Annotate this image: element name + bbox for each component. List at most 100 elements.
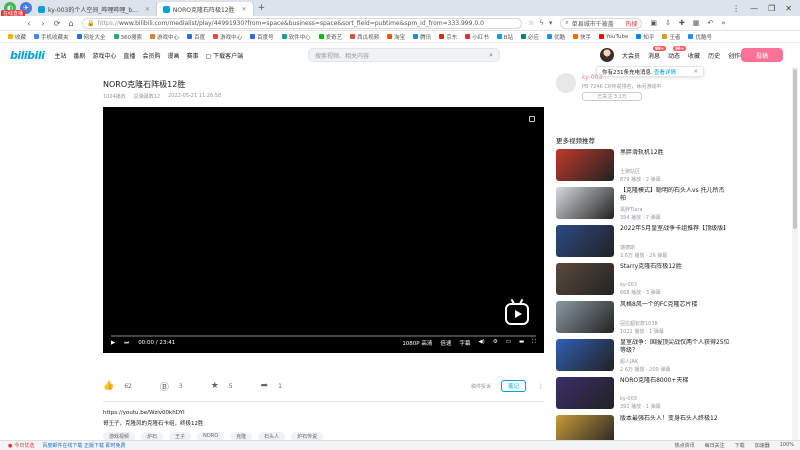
recommend-uploader[interactable]: 瑞德斯 xyxy=(620,244,730,251)
video-thumbnail[interactable] xyxy=(556,263,614,295)
quality-selector[interactable]: 1080P 高清 xyxy=(402,339,432,347)
bookmark-item[interactable]: 网址大全 xyxy=(76,33,106,41)
close-tab-icon[interactable]: ✕ xyxy=(145,6,150,13)
bookmark-item[interactable]: 360搜索 xyxy=(113,33,142,41)
header-dynamics[interactable]: 动态 99+ xyxy=(668,46,687,60)
forward-button[interactable]: › xyxy=(36,19,50,28)
nav-download-client[interactable]: ▢ 下载客户端 xyxy=(205,51,243,60)
bookmark-item[interactable]: B站 xyxy=(496,33,513,41)
volume-icon[interactable]: ◀) xyxy=(478,339,484,347)
download-icon[interactable]: ⇩ xyxy=(665,19,671,27)
nav-manga[interactable]: 漫画 xyxy=(167,51,179,60)
note-button[interactable]: 笔记 xyxy=(500,380,526,392)
close-tab-icon[interactable]: ✕ xyxy=(242,6,247,13)
nav-live[interactable]: 直播 xyxy=(123,51,135,60)
hot-search-label[interactable]: 热搜 xyxy=(625,19,637,28)
bookmark-item[interactable]: 百度号 xyxy=(250,33,274,41)
report-link[interactable]: 稿件投诉 xyxy=(471,383,491,390)
recommend-item[interactable]: 皇室战争：国服顶尖战仅两个人获得25位等级？ 超人JAK 2.6万 播放 · 209… xyxy=(556,339,736,377)
speed-selector[interactable]: 倍速 xyxy=(440,339,451,347)
coin-button[interactable]: Ⓑ 3 xyxy=(160,380,183,393)
status-daily[interactable]: 每日关注 xyxy=(705,442,725,449)
url-input[interactable]: 🔒 https:// www.bilibili.com/medialist/pl… xyxy=(82,17,522,29)
tab-space[interactable]: ky-003的个人空间_哔哩哔哩_b... ✕ xyxy=(32,2,157,16)
status-ad-link[interactable]: 百度邮件在线下载 正版下载 即时免费 xyxy=(42,442,125,449)
header-favorites[interactable]: 收藏 xyxy=(688,51,700,60)
player-menu-icon[interactable] xyxy=(529,116,535,122)
menu-button[interactable]: ⋮ xyxy=(732,4,740,13)
bookmark-item[interactable]: 京东 xyxy=(439,33,457,41)
bookmark-item[interactable]: 小红书 xyxy=(465,33,489,41)
fullscreen-icon[interactable]: ⛶ xyxy=(532,339,536,347)
follow-button[interactable]: 已关注 3.1万 xyxy=(582,92,642,101)
lightning-icon[interactable]: ϟ xyxy=(539,19,544,27)
video-thumbnail[interactable] xyxy=(556,149,614,181)
recommend-item[interactable]: NORO克隆石8000+天梯 ky-003 391 播放 · 1 弹幕 xyxy=(556,377,736,415)
more-icon[interactable]: » xyxy=(721,19,725,27)
next-icon[interactable]: ⏭ xyxy=(124,340,129,347)
recommend-title[interactable]: 皇室战争：国服顶尖战仅两个人获得25位等级？ xyxy=(620,339,730,355)
video-thumbnail[interactable] xyxy=(556,225,614,257)
extension-icon[interactable]: ✚ xyxy=(679,19,685,27)
uploader-avatar[interactable] xyxy=(556,73,576,93)
bookmark-item[interactable]: 西瓜视频 xyxy=(350,33,379,41)
bookmark-item[interactable]: 游戏中心 xyxy=(213,33,242,41)
bookmark-item[interactable]: 腾讯 xyxy=(413,33,431,41)
recommend-item[interactable]: 2022年5月皇室战争卡组推荐【顶级版】 瑞德斯 3.6万 播放 · 26 弹幕 xyxy=(556,225,736,263)
bookmark-item[interactable]: 爱奇艺 xyxy=(318,33,342,41)
progress-bar[interactable] xyxy=(111,335,536,337)
more-options-icon[interactable]: ⋮ xyxy=(538,383,544,390)
recommend-title[interactable]: 2022年5月皇室战争卡组推荐【顶级版】 xyxy=(620,225,730,241)
bookmark-item[interactable]: 百度 xyxy=(187,33,205,41)
header-vip[interactable]: 大会员 xyxy=(622,51,640,60)
bookmark-item[interactable]: 必应 xyxy=(521,33,539,41)
recommend-title[interactable]: NORO克隆石8000+天梯 xyxy=(620,377,730,393)
nav-mall[interactable]: 会员购 xyxy=(142,51,160,60)
nav-game-center[interactable]: 游戏中心 xyxy=(92,51,116,60)
home-button[interactable]: ⌂ xyxy=(64,19,78,28)
recommend-uploader[interactable]: 冠拉超钦旅1038 xyxy=(620,320,730,327)
status-download[interactable]: 下载 xyxy=(735,442,745,449)
like-button[interactable]: 👍 62 xyxy=(103,381,132,391)
upload-button[interactable]: 投稿 xyxy=(741,48,783,62)
play-icon[interactable]: ▶ xyxy=(111,340,115,346)
settings-icon[interactable]: ⚙ xyxy=(493,339,498,347)
bookmark-item[interactable]: 优酷号 xyxy=(688,33,712,41)
status-zoom[interactable]: 100% xyxy=(780,442,794,449)
video-player[interactable]: ▶ ⏭ 00:00 / 23:41 1080P 高清 倍速 字幕 ◀) ⚙ ▭ … xyxy=(103,107,544,353)
dropdown-icon[interactable]: ▾ xyxy=(549,19,553,27)
bookmark-item[interactable]: 游戏中心 xyxy=(150,33,179,41)
recommend-item[interactable]: 【克隆模式】聪明的石头人vs 托儿所杰帕 黑胖Tiara 354 播放 · 7 弹幕 xyxy=(556,187,736,225)
uploader-name[interactable]: ky-003 xyxy=(582,74,602,81)
bookmark-item[interactable]: 王者 xyxy=(662,33,680,41)
bookmark-item[interactable]: 快手 xyxy=(573,33,591,41)
browser-search-input[interactable]: ⌕ 单县城市千被盖 热搜 xyxy=(560,17,643,29)
maximize-button[interactable]: ❐ xyxy=(768,4,775,13)
back-button[interactable]: ‹ xyxy=(22,19,36,28)
recommend-title[interactable]: Starry克隆石阵极12胜 xyxy=(620,263,730,279)
status-hot-news[interactable]: 热点资讯 xyxy=(675,442,695,449)
bookmark-item[interactable]: 手机收藏夹 xyxy=(34,33,69,41)
minimize-button[interactable]: — xyxy=(750,4,758,13)
bookmark-item[interactable]: 优酷 xyxy=(547,33,565,41)
bookmark-item[interactable]: YouTube xyxy=(599,34,628,40)
recommend-title[interactable]: 版本最强石头人！变身石头人终极12 xyxy=(620,415,730,431)
status-today-picks[interactable]: ● 今日优选 xyxy=(8,442,34,450)
recommend-uploader[interactable]: 土牌站区 xyxy=(620,168,730,175)
user-avatar[interactable] xyxy=(600,48,614,62)
search-icon[interactable]: ⌕ xyxy=(489,51,493,60)
nav-main[interactable]: 主站 xyxy=(54,51,66,60)
favorite-button[interactable]: ★ 5 xyxy=(211,381,233,391)
share-button[interactable]: ➦ 1 xyxy=(261,381,282,391)
screenshot-icon[interactable]: ▣ xyxy=(650,19,657,27)
nav-anime[interactable]: 番剧 xyxy=(73,51,85,60)
recommend-item[interactable]: 黑胖滑轨机12胜 土牌站区 879 播放 · 2 弹幕 xyxy=(556,149,736,187)
bookmark-item[interactable]: 软件中心 xyxy=(281,33,311,41)
close-window-button[interactable]: ✕ xyxy=(785,4,792,13)
header-messages[interactable]: 消息 99+ xyxy=(648,46,667,60)
bookmark-item[interactable]: 淘宝 xyxy=(387,33,405,41)
video-thumbnail[interactable] xyxy=(556,377,614,409)
recommend-title[interactable]: 【克隆模式】聪明的石头人vs 托儿所杰帕 xyxy=(620,187,730,203)
recommend-title[interactable]: 风格8风一个的FC克隆芯片楼 xyxy=(620,301,730,317)
new-tab-button[interactable]: + xyxy=(258,3,266,13)
